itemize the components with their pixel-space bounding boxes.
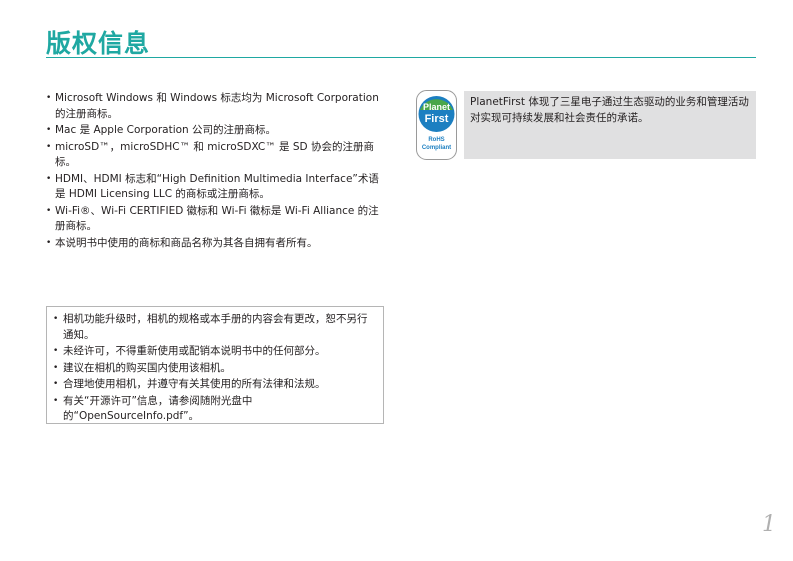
notice-list: 相机功能升级时，相机的规格或本手册的内容会有更改，恕不另行通知。 未经许可，不得… [53, 312, 375, 425]
list-item: 有关“开源许可”信息，请参阅随附光盘中的“OpenSourceInfo.pdf”… [53, 394, 375, 425]
list-item: 相机功能升级时，相机的规格或本手册的内容会有更改，恕不另行通知。 [53, 312, 375, 343]
page-number: 1 [762, 512, 776, 537]
planet-first-badge-icon: Planet First RoHS Compliant [416, 90, 457, 160]
list-item: HDMI、HDMI 标志和“High Definition Multimedia… [46, 172, 382, 203]
badge-rohs-text: RoHS [428, 137, 444, 143]
list-item: Mac 是 Apple Corporation 公司的注册商标。 [46, 123, 382, 139]
title-divider [46, 57, 756, 58]
list-item: Microsoft Windows 和 Windows 标志均为 Microso… [46, 91, 382, 122]
list-item: Wi-Fi®、Wi-Fi CERTIFIED 徽标和 Wi-Fi 徽标是 Wi-… [46, 204, 382, 235]
planet-first-description: PlanetFirst 体现了三星电子通过生态驱动的业务和管理活动对实现可持续发… [470, 96, 749, 124]
list-item: 未经许可，不得重新使用或配销本说明书中的任何部分。 [53, 344, 375, 360]
planet-first-panel: PlanetFirst 体现了三星电子通过生态驱动的业务和管理活动对实现可持续发… [464, 91, 756, 159]
list-item: 建议在相机的购买国内使用该相机。 [53, 361, 375, 377]
badge-planet-text: Planet [423, 102, 450, 112]
badge-first-text: First [425, 113, 449, 125]
list-item: 合理地使用相机，并遵守有关其使用的所有法律和法规。 [53, 377, 375, 393]
badge-compliant-text: Compliant [422, 145, 451, 151]
trademark-list: Microsoft Windows 和 Windows 标志均为 Microso… [46, 91, 382, 252]
list-item: 本说明书中使用的商标和商品名称为其各自拥有者所有。 [46, 236, 382, 252]
list-item: microSD™，microSDHC™ 和 microSDXC™ 是 SD 协会… [46, 140, 382, 171]
page-title: 版权信息 [46, 29, 151, 58]
notice-box: 相机功能升级时，相机的规格或本手册的内容会有更改，恕不另行通知。 未经许可，不得… [46, 306, 384, 424]
